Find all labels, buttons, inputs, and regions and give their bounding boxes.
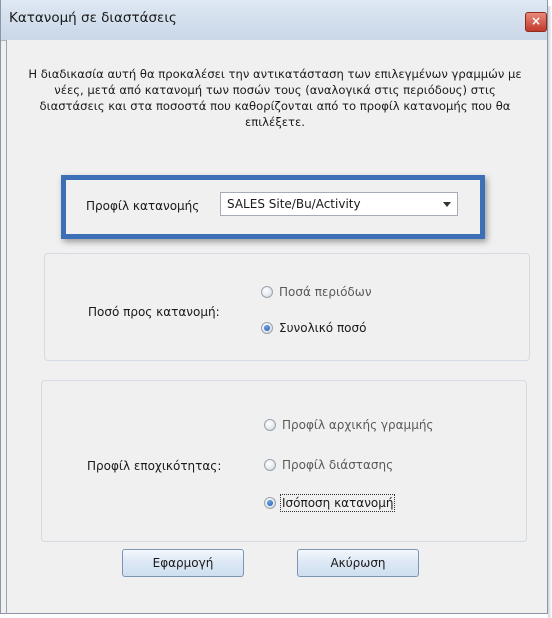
allocation-profile-select[interactable]: SALES Site/Bu/Activity — [220, 192, 458, 216]
radio-label: Συνολικό ποσό — [279, 321, 367, 335]
radio-button-icon[interactable] — [261, 286, 273, 298]
radio-button-icon[interactable] — [264, 459, 276, 471]
seasonality-group-label: Προφίλ εποχικότητας: — [87, 459, 222, 473]
close-button[interactable]: × — [525, 12, 547, 32]
radio-label: Προφίλ αρχικής γραμμής — [282, 418, 434, 432]
seasonality-group: Προφίλ εποχικότητας: Προφίλ αρχικής γραμ… — [41, 380, 527, 542]
cancel-button[interactable]: Ακύρωση — [297, 549, 419, 577]
title-bar[interactable]: Κατανομή σε διαστάσεις × — [1, 0, 547, 41]
radio-button-checked-icon[interactable] — [264, 497, 276, 509]
dialog-content: Η διαδικασία αυτή θα προκαλέσει την αντι… — [7, 40, 547, 612]
amount-group-label: Ποσό προς κατανομή: — [88, 305, 220, 319]
allocation-profile-label: Προφίλ κατανομής — [86, 199, 200, 213]
radio-button-checked-icon[interactable] — [261, 322, 273, 334]
radio-label: Ισόποση κατανομή — [279, 494, 396, 512]
radio-button-icon[interactable] — [264, 419, 276, 431]
allocation-profile-value: SALES Site/Bu/Activity — [227, 197, 361, 211]
radio-label: Προφίλ διάστασης — [282, 458, 394, 472]
description-text: Η διαδικασία αυτή θα προκαλέσει την αντι… — [28, 67, 522, 129]
allocation-profile-highlight: Προφίλ κατανομής SALES Site/Bu/Activity — [61, 175, 485, 239]
close-icon: × — [530, 14, 542, 28]
amount-group: Ποσό προς κατανομή: Ποσά περιόδων Συνολι… — [44, 253, 530, 361]
chevron-down-icon — [443, 202, 451, 207]
apply-button[interactable]: Εφαρμογή — [122, 549, 244, 577]
window-shadow — [548, 6, 552, 618]
window-title: Κατανομή σε διαστάσεις — [9, 10, 177, 26]
allocation-dialog: Κατανομή σε διαστάσεις × Η διαδικασία αυ… — [0, 0, 548, 614]
radio-label: Ποσά περιόδων — [279, 285, 372, 299]
